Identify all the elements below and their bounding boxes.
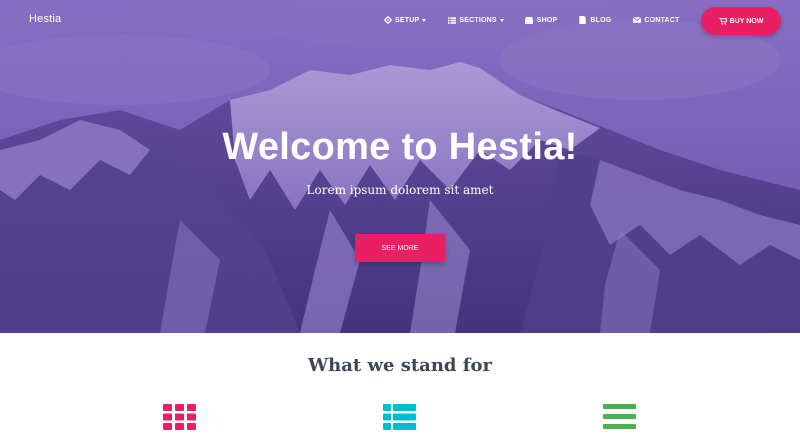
nav-item-blog[interactable]: BLOG <box>578 16 611 24</box>
see-more-button[interactable]: SEE MORE <box>355 234 445 262</box>
nav-item-sections[interactable]: SECTIONS <box>447 16 504 24</box>
nav-item-label: SETUP <box>395 16 420 24</box>
shop-icon <box>525 16 534 24</box>
caret-down-icon <box>422 18 427 22</box>
document-icon <box>578 16 587 24</box>
hero-title: Welcome to Hestia! <box>222 126 578 168</box>
nav-menu: SETUP SECTIONS SHOP BLOG CONTACT <box>383 16 701 24</box>
envelope-icon <box>632 16 641 24</box>
buy-now-button[interactable]: BUY NOW <box>701 7 781 35</box>
caret-down-icon <box>499 18 504 22</box>
grid-icon <box>163 404 196 435</box>
nav-item-label: BLOG <box>590 16 612 24</box>
gear-icon <box>383 16 392 24</box>
buy-now-label: BUY NOW <box>729 17 764 25</box>
nav-item-shop[interactable]: SHOP <box>525 16 558 24</box>
nav-item-label: SECTIONS <box>459 16 497 24</box>
features-section-title: What we stand for <box>307 355 493 376</box>
nav-item-setup[interactable]: SETUP <box>383 16 427 24</box>
list-icon <box>447 16 456 24</box>
brand-logo[interactable]: Hestia <box>29 13 61 25</box>
list-icon <box>383 404 416 435</box>
nav-item-label: SHOP <box>536 16 558 24</box>
top-navbar: Hestia SETUP SECTIONS SHOP BLOG CONTACT … <box>0 0 800 42</box>
hero-section: Hestia SETUP SECTIONS SHOP BLOG CONTACT … <box>0 0 800 333</box>
nav-item-contact[interactable]: CONTACT <box>632 16 679 24</box>
menu-icon <box>603 404 636 435</box>
hero-subtitle: Lorem ipsum dolorem sit amet <box>306 183 494 197</box>
cart-icon <box>718 17 727 25</box>
nav-item-label: CONTACT <box>644 16 680 24</box>
